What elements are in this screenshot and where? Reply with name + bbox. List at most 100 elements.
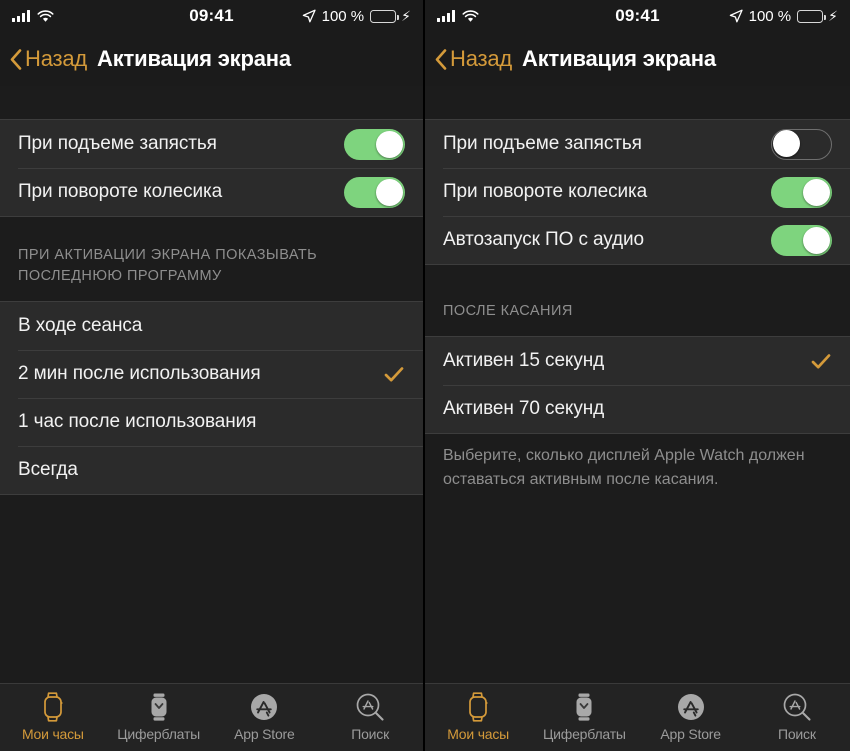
location-arrow-icon <box>729 9 743 23</box>
tab-label: Циферблаты <box>117 726 201 742</box>
spacer-after-header <box>0 287 423 301</box>
tab-watch-faces[interactable]: Циферблаты <box>106 691 212 742</box>
back-button-label: Назад <box>25 46 88 71</box>
tab-label: Поиск <box>777 726 816 742</box>
tab-label: Циферблаты <box>542 726 626 742</box>
option-group-after-tap: Активен 15 секунд Активен 70 секунд <box>425 337 850 433</box>
spacer-section <box>0 217 423 245</box>
spacer-top <box>0 86 423 119</box>
tab-app-store[interactable]: App Store <box>212 691 318 742</box>
back-button-label: Назад <box>450 46 513 71</box>
tab-my-watch[interactable]: Мои часы <box>0 691 106 742</box>
toggle-wrist-raise[interactable] <box>344 128 405 160</box>
navigation-bar: Назад Активация экрана <box>0 32 423 86</box>
tab-my-watch[interactable]: Мои часы <box>425 691 531 742</box>
right-phone-screen: 09:41 100 % ⚡ Назад Активация экрана При… <box>425 0 850 751</box>
status-bar: 09:41 100 % ⚡ <box>425 0 850 32</box>
right-settings-content: При подъеме запястья При повороте колеси… <box>425 86 850 683</box>
watch-face-icon <box>146 691 172 723</box>
option-row-during-session[interactable]: В ходе сеанса <box>0 302 423 350</box>
left-phone-screen: 09:41 100 % ⚡ Назад Активация экрана При… <box>0 0 425 751</box>
tab-label: Мои часы <box>447 726 510 742</box>
location-arrow-icon <box>302 9 316 23</box>
option-label: Активен 70 секунд <box>443 398 605 419</box>
option-label: 1 час после использования <box>18 411 257 432</box>
setting-label: При повороте колесика <box>18 181 223 202</box>
wifi-icon <box>462 9 479 22</box>
tab-search[interactable]: Поиск <box>317 691 423 742</box>
tab-label: App Store <box>234 726 295 742</box>
app-store-icon <box>676 691 706 723</box>
setting-label: При подъеме запястья <box>443 133 642 154</box>
battery-full-icon <box>797 9 826 23</box>
setting-row-wrist-raise[interactable]: При подъеме запястья <box>425 120 850 168</box>
setting-row-auto-launch-audio[interactable]: Автозапуск ПО с аудио <box>425 216 850 264</box>
option-row-2-minutes[interactable]: 2 мин после использования <box>0 350 423 398</box>
app-store-icon <box>249 691 279 723</box>
tab-search[interactable]: Поиск <box>744 691 850 742</box>
option-group-last-app: В ходе сеанса 2 мин после использования … <box>0 302 423 494</box>
dual-screenshot-container: 09:41 100 % ⚡ Назад Активация экрана При… <box>0 0 850 751</box>
status-bar-right: 100 % ⚡ <box>302 8 411 25</box>
setting-label: При повороте колесика <box>443 181 648 202</box>
toggle-crown-rotate[interactable] <box>771 176 832 208</box>
divider <box>0 494 423 495</box>
back-button[interactable]: Назад <box>435 46 512 72</box>
setting-row-crown-rotate[interactable]: При повороте колесика <box>0 168 423 216</box>
tab-label: Поиск <box>351 726 390 742</box>
page-title: Активация экрана <box>522 46 716 71</box>
tab-bar: Мои часы Циферблаты App Store Поиск <box>0 683 423 751</box>
section-footer-after-tap: Выберите, сколько дисплей Apple Watch до… <box>443 447 805 488</box>
watch-icon <box>40 691 66 723</box>
battery-full-icon <box>370 9 399 23</box>
spacer-top <box>425 86 850 119</box>
section-header-last-app: ПРИ АКТИВАЦИИ ЭКРАНА ПОКАЗЫВАТЬ ПОСЛЕДНЮ… <box>18 247 318 284</box>
option-label: В ходе сеанса <box>18 315 143 336</box>
back-button[interactable]: Назад <box>10 46 87 72</box>
option-label: 2 мин после использования <box>18 363 261 384</box>
tab-label: App Store <box>660 726 721 742</box>
toggle-group: При подъеме запястья При повороте колеси… <box>0 120 423 216</box>
lightning-bolt-icon: ⚡ <box>828 8 838 24</box>
cellular-bars-icon <box>437 10 455 22</box>
tab-bar: Мои часы Циферблаты App Store Поиск <box>425 683 850 751</box>
option-row-70-seconds[interactable]: Активен 70 секунд <box>425 385 850 433</box>
watch-icon <box>465 691 491 723</box>
option-row-always[interactable]: Всегда <box>0 446 423 494</box>
option-row-15-seconds[interactable]: Активен 15 секунд <box>425 337 850 385</box>
setting-label: При подъеме запястья <box>18 133 217 154</box>
search-app-icon <box>354 691 386 723</box>
status-bar-left <box>12 9 54 23</box>
tab-label: Мои часы <box>21 726 84 742</box>
toggle-auto-launch-audio[interactable] <box>771 224 832 256</box>
section-header-after-tap: ПОСЛЕ КАСАНИЯ <box>443 303 573 319</box>
toggle-wrist-raise[interactable] <box>771 128 832 160</box>
search-app-icon <box>781 691 813 723</box>
lightning-bolt-icon: ⚡ <box>401 8 411 24</box>
page-title: Активация экрана <box>97 46 291 71</box>
setting-label: Автозапуск ПО с аудио <box>443 229 645 250</box>
option-label: Всегда <box>18 459 78 480</box>
status-bar: 09:41 100 % ⚡ <box>0 0 423 32</box>
left-settings-content: При подъеме запястья При повороте колеси… <box>0 86 423 683</box>
toggle-group: При подъеме запястья При повороте колеси… <box>425 120 850 264</box>
checkmark-icon <box>384 367 404 382</box>
battery-percent-label: 100 % <box>748 7 792 25</box>
spacer-section <box>425 265 850 301</box>
option-row-1-hour[interactable]: 1 час после использования <box>0 398 423 446</box>
spacer-after-header <box>425 322 850 336</box>
tab-watch-faces[interactable]: Циферблаты <box>531 691 637 742</box>
chevron-left-icon <box>10 48 22 70</box>
navigation-bar: Назад Активация экрана <box>425 32 850 86</box>
status-bar-left <box>437 9 479 23</box>
cellular-bars-icon <box>12 10 30 22</box>
tab-app-store[interactable]: App Store <box>638 691 744 742</box>
setting-row-crown-rotate[interactable]: При повороте колесика <box>425 168 850 216</box>
setting-row-wrist-raise[interactable]: При подъеме запястья <box>0 120 423 168</box>
checkmark-icon <box>811 354 831 369</box>
wifi-icon <box>37 9 54 22</box>
status-bar-right: 100 % ⚡ <box>729 8 838 25</box>
chevron-left-icon <box>435 48 447 70</box>
toggle-crown-rotate[interactable] <box>344 176 405 208</box>
watch-face-icon <box>571 691 597 723</box>
